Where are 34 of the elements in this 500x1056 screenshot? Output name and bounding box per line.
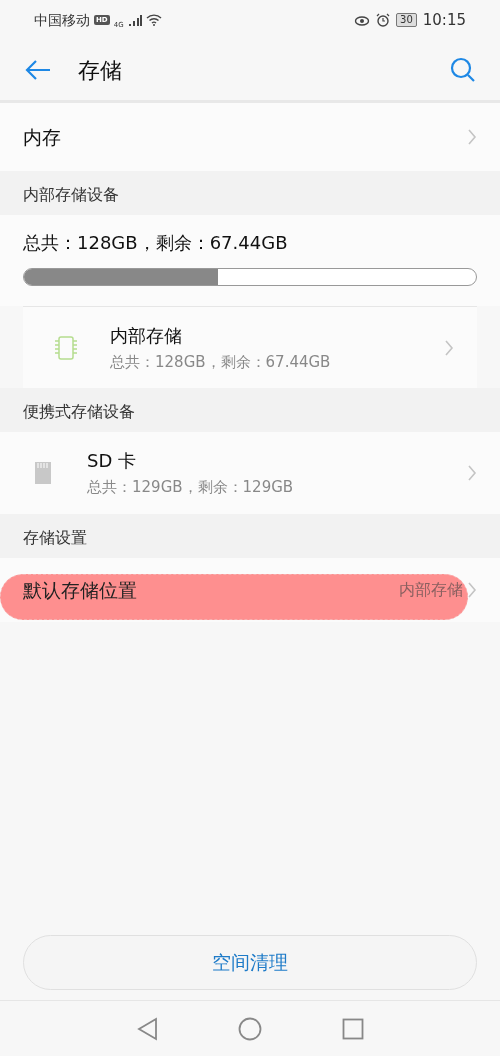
device-name: 内部存储	[110, 323, 183, 348]
clean-space-button[interactable]: 空间清理	[23, 935, 477, 990]
device-name: SD 卡	[87, 449, 137, 474]
home-nav-icon[interactable]	[238, 1016, 262, 1041]
sd-card-icon	[33, 460, 53, 486]
chevron-right-icon	[444, 338, 454, 357]
chevron-right-icon	[467, 464, 477, 482]
eye-icon	[354, 14, 371, 26]
chevron-right-icon	[467, 128, 477, 146]
section-header: 内部存储设备	[0, 171, 500, 215]
battery-indicator: 30	[396, 13, 417, 27]
device-capacity: 总共：129GB，剩余：129GB	[87, 477, 295, 499]
recents-nav-icon[interactable]	[342, 1017, 364, 1040]
carrier-text: 中国移动	[34, 10, 90, 30]
back-arrow-icon[interactable]	[24, 59, 52, 81]
alarm-icon	[376, 13, 391, 27]
storage-summary: 总共：128GB，剩余：67.44GB	[23, 231, 289, 255]
wifi-icon	[145, 14, 162, 26]
setting-value: 内部存储	[399, 579, 463, 601]
signal-icon	[127, 14, 142, 26]
section-header: 存储设置	[0, 514, 500, 558]
storage-device-row[interactable]: SD 卡 总共：129GB，剩余：129GB	[0, 432, 500, 514]
page-title: 存储	[78, 56, 122, 85]
section-header: 便携式存储设备	[0, 388, 500, 432]
search-icon[interactable]	[450, 57, 476, 83]
memory-row[interactable]: 内存	[0, 103, 500, 171]
device-capacity: 总共：128GB，剩余：67.44GB	[110, 351, 332, 373]
storage-device-row[interactable]: 内部存储 总共：128GB，剩余：67.44GB	[23, 306, 477, 388]
chip-icon	[54, 333, 78, 362]
chevron-right-icon	[467, 581, 477, 599]
setting-row[interactable]: 默认存储位置 内部存储	[0, 558, 500, 622]
clock-text: 10:15	[422, 9, 466, 31]
back-nav-icon[interactable]	[136, 1016, 158, 1041]
setting-label: 默认存储位置	[23, 577, 137, 603]
